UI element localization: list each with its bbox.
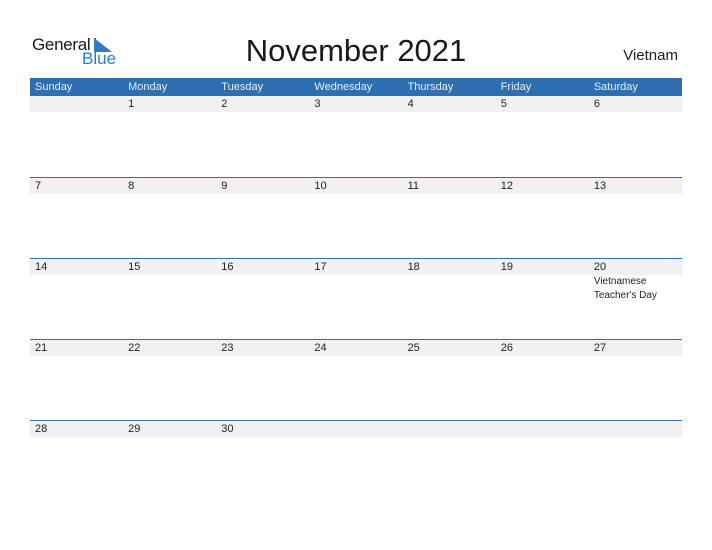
holiday-name-line: Teacher's Day — [593, 290, 657, 301]
day-number: 25 — [407, 342, 420, 354]
holiday-name-line: Vietnamese — [593, 276, 647, 287]
day-number: 2 — [221, 98, 228, 110]
day-number: 20 — [593, 261, 607, 273]
day-number: 12 — [500, 180, 513, 192]
day-number: 13 — [593, 180, 607, 192]
day-number — [309, 421, 314, 437]
day-number: 14 — [35, 261, 48, 273]
day-number: 22 — [128, 342, 141, 354]
day-number: 27 — [593, 342, 607, 354]
day-number: 18 — [407, 261, 420, 273]
day-number: 4 — [407, 98, 414, 110]
day-number — [403, 421, 408, 437]
day-number: 23 — [221, 342, 234, 354]
day-number: 15 — [128, 261, 141, 273]
day-number — [30, 96, 35, 112]
day-number: 28 — [35, 423, 48, 435]
weekday-thursday: Thursday — [407, 81, 454, 93]
weekday-sunday: Sunday — [35, 81, 73, 93]
calendar-title: November 2021 — [245, 33, 467, 68]
day-number: 16 — [221, 261, 234, 273]
day-number: 8 — [128, 180, 135, 192]
day-number — [496, 421, 501, 437]
day-number: 17 — [314, 261, 327, 273]
weekday-monday: Monday — [128, 81, 168, 93]
day-number: 3 — [314, 98, 321, 110]
day-number — [589, 421, 594, 437]
day-number: 19 — [500, 261, 513, 273]
day-number: 29 — [128, 423, 141, 435]
country-label: Vietnam — [623, 47, 678, 64]
weekday-friday: Friday — [500, 81, 532, 93]
day-number: 7 — [35, 180, 42, 192]
day-number: 11 — [407, 180, 419, 192]
weekday-header: Sunday Monday Tuesday Wednesday Thursday Frid… — [30, 78, 682, 96]
day-number: 6 — [593, 98, 600, 110]
day-number: 21 — [35, 342, 48, 354]
day-number: 26 — [500, 342, 513, 354]
day-number: 5 — [500, 98, 507, 110]
day-number: 24 — [314, 342, 327, 354]
holiday-event: Vietnamese Teacher's Day — [594, 275, 684, 303]
weekday-wednesday: Wednesday — [314, 81, 373, 93]
weekday-tuesday: Tuesday — [221, 81, 264, 93]
day-number: 10 — [314, 180, 327, 192]
day-number: 30 — [221, 423, 234, 435]
day-number: 9 — [221, 180, 228, 192]
weekday-saturday: Saturday — [593, 81, 638, 93]
day-number: 1 — [128, 98, 135, 110]
